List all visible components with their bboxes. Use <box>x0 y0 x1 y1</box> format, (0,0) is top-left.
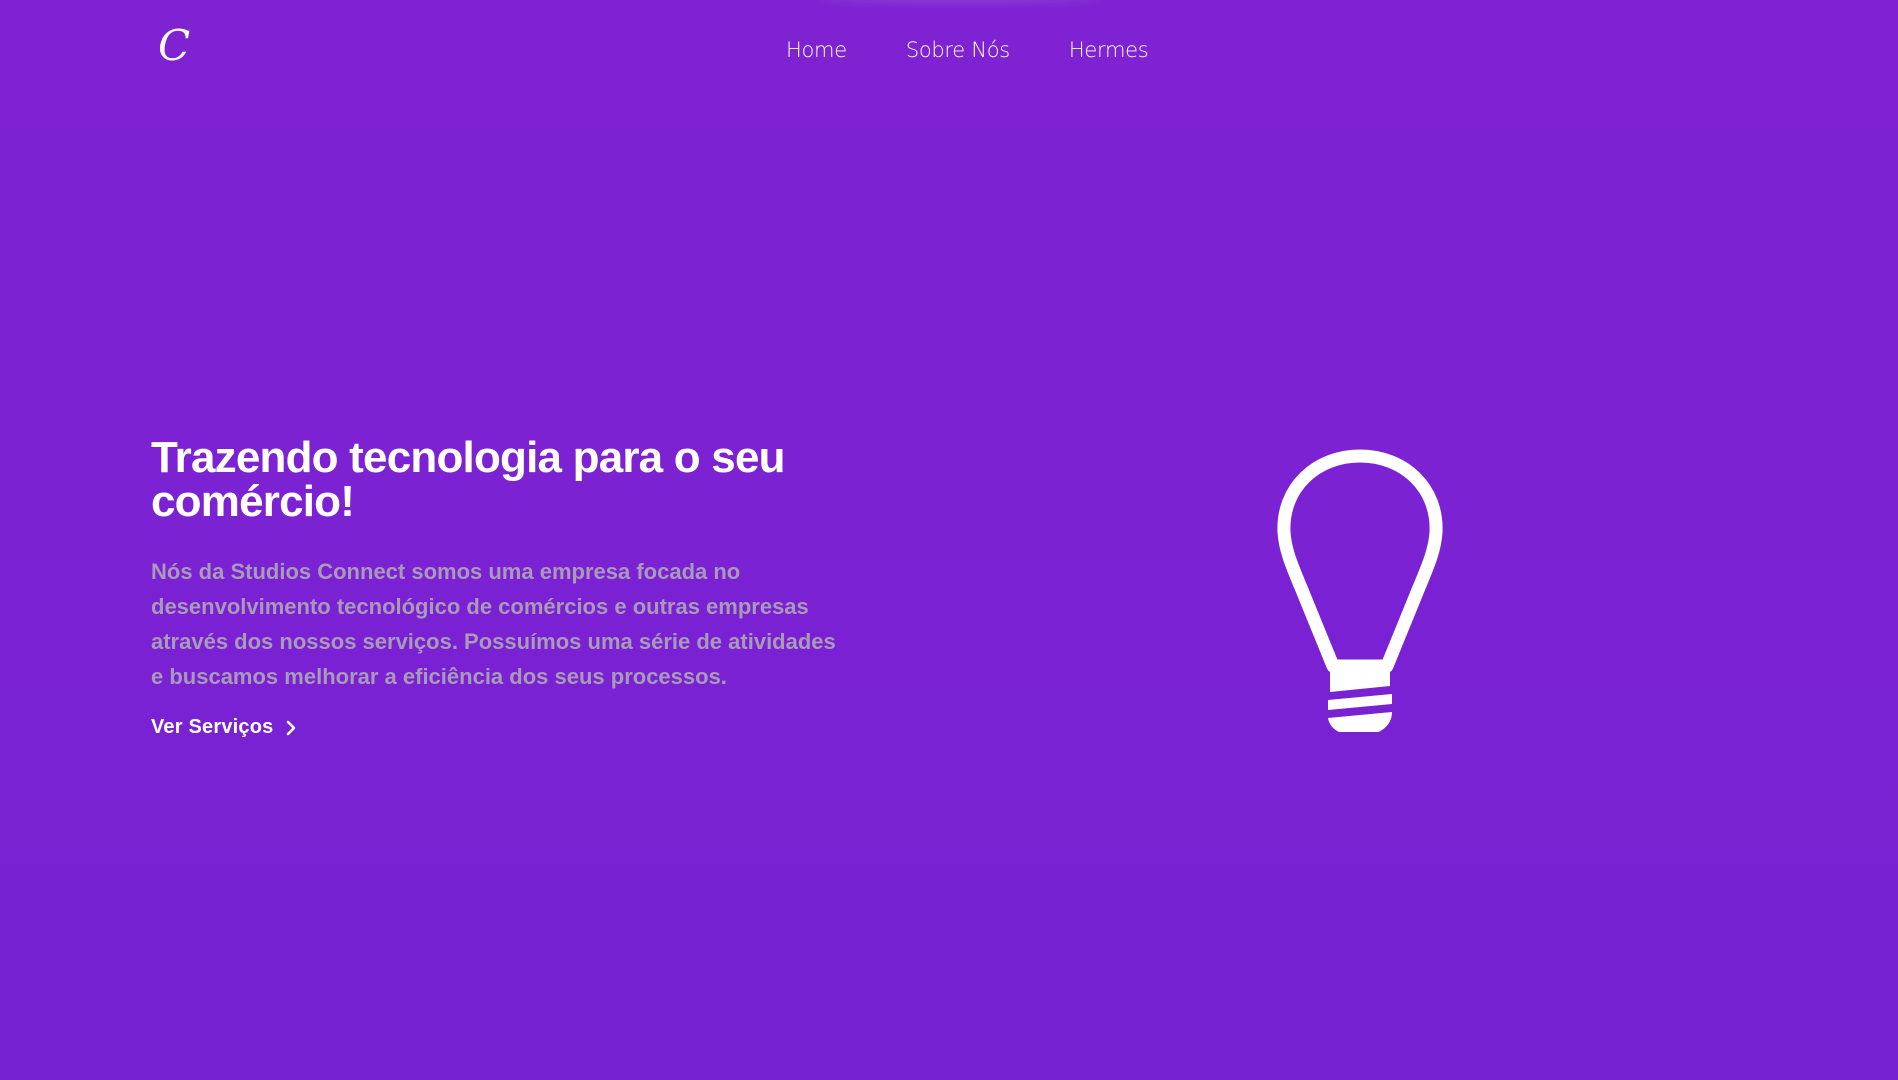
nav-menu: Home Sobre Nós Hermes <box>786 36 1149 64</box>
hero-title: Trazendo tecnologia para o seu comércio! <box>151 433 786 526</box>
nav-link-home[interactable]: Home <box>786 36 847 64</box>
chevron-right-icon <box>286 720 295 735</box>
ver-servicos-label: Ver Serviços <box>151 716 274 738</box>
lightbulb-icon <box>1277 449 1443 732</box>
nav-link-sobre-nos[interactable]: Sobre Nós <box>906 36 1010 64</box>
hero-description: Nós da Studios Connect somos uma empresa… <box>151 559 836 689</box>
nav-link-hermes[interactable]: Hermes <box>1069 36 1149 64</box>
brand-logo[interactable]: C <box>158 22 190 70</box>
hero-section: Trazendo tecnologia para o seu comércio!… <box>151 436 871 739</box>
ver-servicos-link[interactable]: Ver Serviços <box>151 716 298 739</box>
navbar: C Home Sobre Nós Hermes <box>0 0 1898 100</box>
